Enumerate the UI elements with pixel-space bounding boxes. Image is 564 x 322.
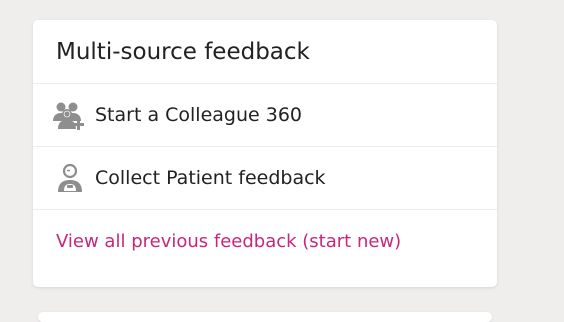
- multi-source-feedback-card: Multi-source feedback Start a Colleague …: [33, 20, 497, 287]
- colleagues-add-icon: [52, 97, 88, 133]
- view-all-row: View all previous feedback (start new): [33, 210, 497, 273]
- collect-patient-feedback-item[interactable]: Collect Patient feedback: [33, 147, 497, 210]
- card-title: Multi-source feedback: [56, 38, 310, 65]
- card-header: Multi-source feedback: [33, 20, 497, 84]
- view-all-previous-feedback-link[interactable]: View all previous feedback (start new): [56, 231, 401, 252]
- start-colleague-360-item[interactable]: Start a Colleague 360: [33, 84, 497, 147]
- start-colleague-360-label: Start a Colleague 360: [95, 104, 303, 126]
- patient-icon: [52, 160, 88, 196]
- collect-patient-feedback-label: Collect Patient feedback: [95, 167, 326, 189]
- next-card-edge: [38, 312, 492, 322]
